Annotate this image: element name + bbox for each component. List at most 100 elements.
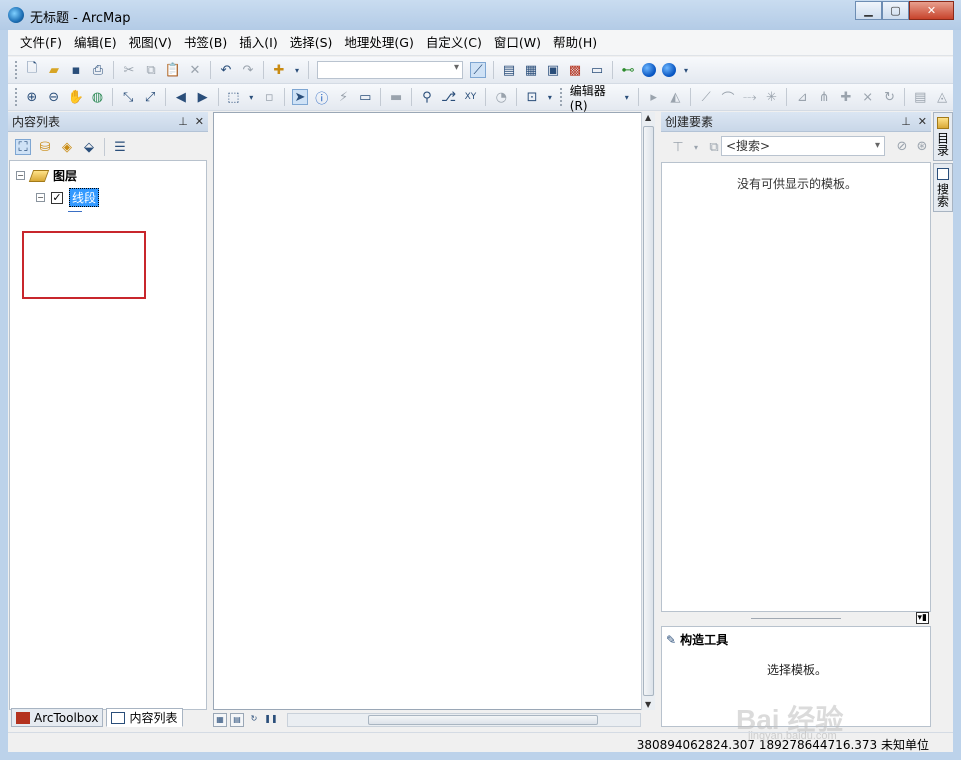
filter-icon[interactable]: ⊤ [670,139,686,155]
list-by-drawing-order-icon[interactable]: ⛶ [15,139,31,155]
layers-root-node[interactable]: − 图层 [16,167,77,184]
full-extent-globe-icon[interactable]: ◍ [90,89,106,105]
fixed-zoom-out-icon[interactable]: ⤢ [142,89,158,105]
hyperlink-icon[interactable]: ⚡ [336,89,352,105]
menu-selection[interactable]: 选择(S) [284,33,339,53]
list-by-visibility-icon[interactable]: ◈ [59,139,75,155]
search-options-icon[interactable]: ⊛ [914,138,930,154]
tab-arctoolbox[interactable]: ArcToolbox [11,708,104,727]
toolbar-options-icon[interactable]: ▾ [546,89,554,105]
paste-icon[interactable]: 📋 [165,62,181,78]
select-elements-arrow-icon[interactable]: ➤ [291,89,308,105]
collapse-down-icon[interactable]: ▾▮ [915,612,929,624]
new-document-icon[interactable]: 🗋 [24,61,40,78]
cut-polygons-icon[interactable]: ✚ [838,89,854,105]
print-icon[interactable]: ⎙ [90,62,106,78]
scroll-thumb[interactable] [368,715,598,725]
edit-vertices-icon[interactable]: ⊿ [794,89,810,105]
identify-icon[interactable]: ⓘ [314,89,330,107]
delete-icon[interactable]: ✕ [187,62,203,78]
minimize-button[interactable]: ▁ [855,1,882,20]
tab-toc[interactable]: 内容列表 [106,708,183,727]
layer-node[interactable]: − ✓ 线段 [36,188,100,207]
model-builder-icon[interactable]: ⊷ [620,62,636,78]
pause-drawing-icon[interactable]: ❚❚ [264,713,278,727]
menu-insert[interactable]: 插入(I) [233,33,283,53]
menu-help[interactable]: 帮助(H) [547,33,603,53]
menu-geoprocessing[interactable]: 地理处理(G) [338,33,419,53]
create-viewer-icon[interactable]: ⊡ [524,89,540,105]
trace-icon[interactable]: ⤏ [742,89,758,105]
save-icon[interactable]: ▪ [68,62,84,78]
tab-search[interactable]: 搜索 [933,163,953,212]
template-search-input[interactable]: <搜索> [721,136,885,156]
layout-view-icon[interactable]: ▤ [230,713,244,727]
forward-arrow-icon[interactable]: ▶ [195,89,211,105]
close-icon[interactable]: ✕ [918,115,927,128]
map-horizontal-scrollbar[interactable] [287,713,641,727]
chevron-down-icon[interactable]: ▾ [623,89,631,105]
layer-name[interactable]: 线段 [69,188,100,207]
close-icon[interactable]: ✕ [195,115,204,128]
chevron-down-icon[interactable]: ▾ [247,89,255,105]
map-view[interactable] [213,112,655,710]
menu-customize[interactable]: 自定义(C) [420,33,488,53]
undo-icon[interactable]: ↶ [218,62,234,78]
select-features-icon[interactable]: ⬚ [226,89,242,105]
open-folder-icon[interactable]: ▰ [46,62,62,78]
list-by-source-icon[interactable]: ⛁ [37,139,53,155]
list-by-selection-icon[interactable]: ⬙ [81,139,97,155]
collapse-icon[interactable]: − [16,171,25,180]
menu-file[interactable]: 文件(F) [14,33,68,53]
editor-menu[interactable]: 编辑器(R) [570,82,623,113]
scroll-thumb[interactable] [643,126,654,696]
chevron-down-icon[interactable]: ▾ [692,139,700,155]
pan-hand-icon[interactable]: ✋ [67,89,83,105]
refresh-icon[interactable]: ↻ [247,713,261,727]
map-vertical-scrollbar[interactable]: ▲ ▼ [641,112,655,710]
arctoolbox-icon[interactable]: ▩ [567,62,583,78]
time-slider-icon[interactable]: ◔ [493,89,509,105]
toc-options-icon[interactable]: ☰ [112,139,128,155]
map-scale-combo[interactable] [317,61,463,79]
editor-toolbar-icon[interactable]: ⟋ [470,62,486,78]
split-icon[interactable]: ⨯ [860,89,876,105]
panel-splitter[interactable]: ▾▮ [661,612,931,626]
search-icon[interactable]: ⊘ [894,138,910,154]
redo-icon[interactable]: ↷ [240,62,256,78]
toolbar-grip[interactable] [15,61,18,79]
html-popup-icon[interactable]: ▭ [357,89,373,105]
organize-templates-icon[interactable]: ⧉ [706,139,722,155]
go-to-xy-icon[interactable]: XY [463,89,479,105]
zoom-out-icon[interactable]: ⊖ [46,89,62,105]
menu-windows[interactable]: 窗口(W) [488,33,547,53]
back-arrow-icon[interactable]: ◀ [173,89,189,105]
sketch-properties-icon[interactable]: ◬ [934,89,950,105]
chevron-down-icon[interactable]: ▾ [293,62,301,78]
find-binoculars-icon[interactable]: ⚲ [419,89,435,105]
blue-sphere-icon[interactable] [642,63,656,77]
python-window-icon[interactable]: ▭ [589,62,605,78]
scroll-up-icon[interactable]: ▲ [645,113,651,122]
menu-view[interactable]: 视图(V) [123,33,178,53]
collapse-icon[interactable]: − [36,193,45,202]
blue-sphere-icon-2[interactable] [662,63,676,77]
rotate-icon[interactable]: ↻ [882,89,898,105]
edit-annotation-icon[interactable]: ◭ [667,89,683,105]
scroll-down-icon[interactable]: ▼ [645,700,651,709]
catalog-window-icon[interactable]: ▦ [523,62,539,78]
line-symbol-icon[interactable] [68,211,82,212]
straight-segment-icon[interactable]: ⟋ [698,89,714,105]
data-view-icon[interactable]: ▦ [213,713,227,727]
pin-icon[interactable]: ⊥ [901,115,911,128]
clear-selection-icon[interactable]: ▫ [261,89,277,105]
attributes-icon[interactable]: ▤ [912,89,928,105]
toc-window-icon[interactable]: ▤ [501,62,517,78]
close-button[interactable]: ✕ [909,1,954,20]
reshape-icon[interactable]: ⋔ [816,89,832,105]
maximize-button[interactable]: ▢ [882,1,909,20]
layer-visibility-checkbox[interactable]: ✓ [51,191,63,204]
edit-tool-icon[interactable]: ▸ [646,89,662,105]
measure-icon[interactable]: ▬ [388,89,404,105]
toolbar-options-icon[interactable]: ▾ [682,62,690,78]
